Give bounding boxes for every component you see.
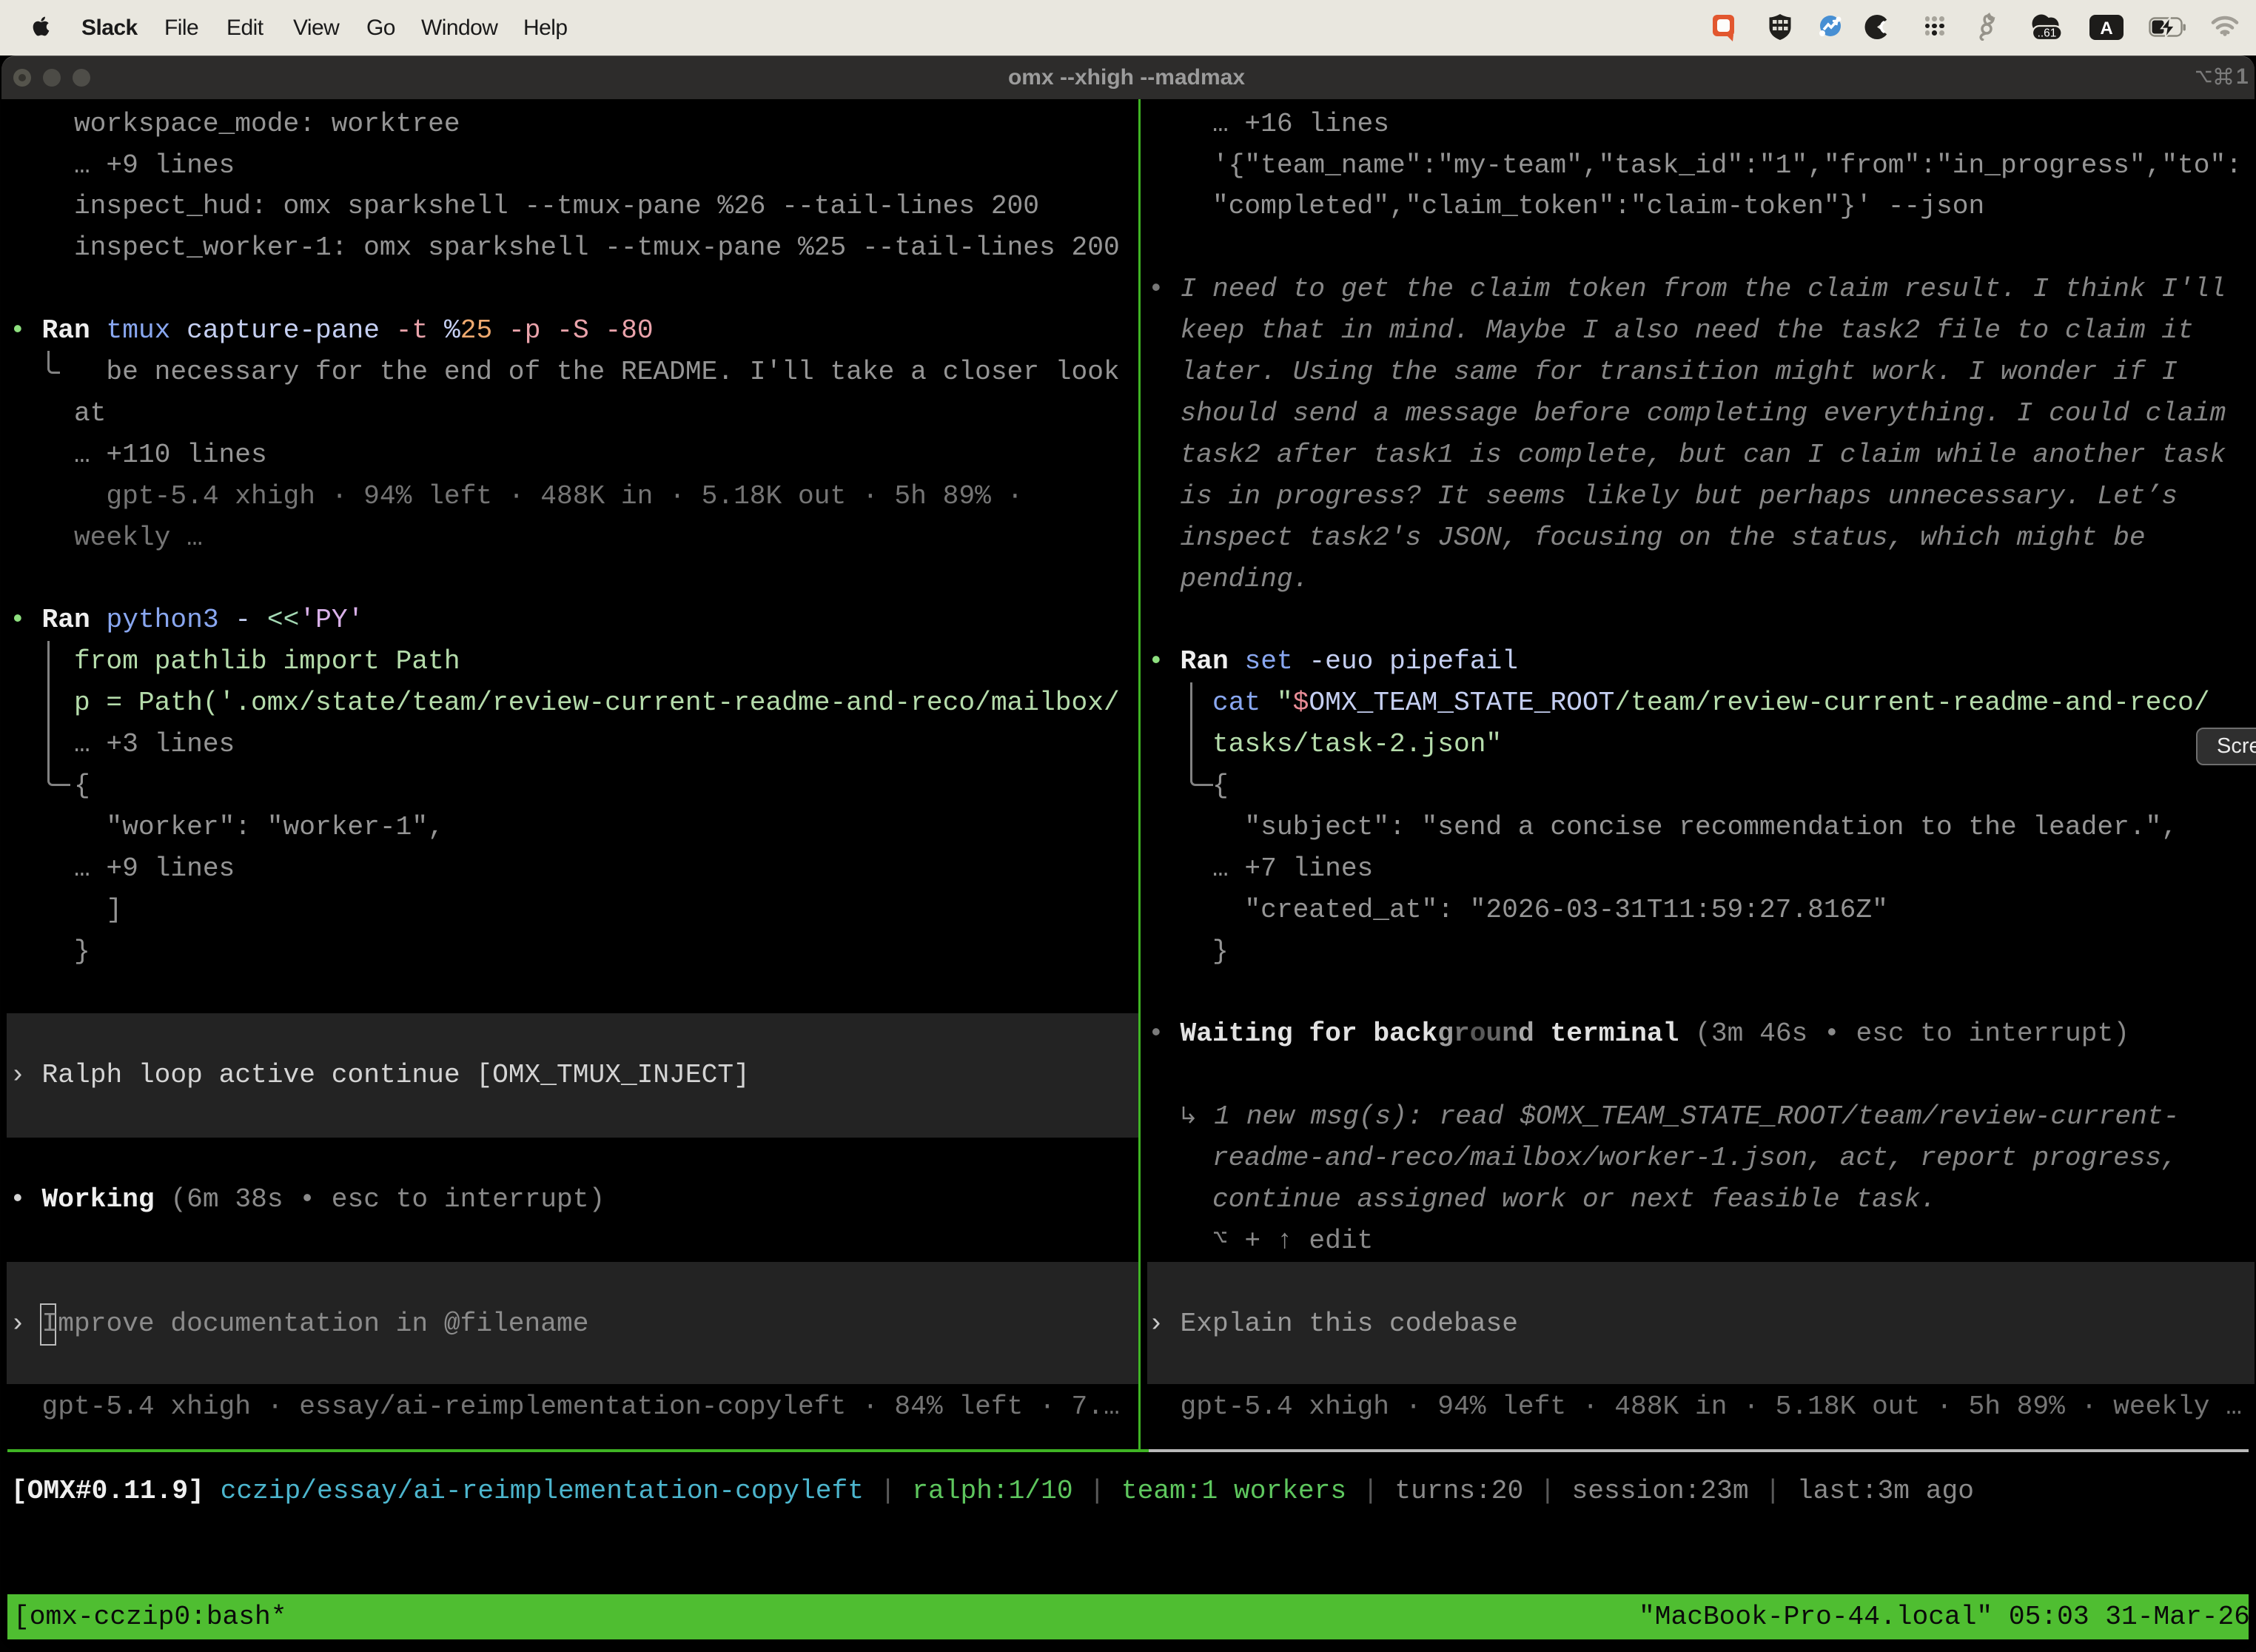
svg-text:..61: ..61: [2038, 27, 2057, 40]
svg-text:A: A: [2100, 19, 2112, 38]
